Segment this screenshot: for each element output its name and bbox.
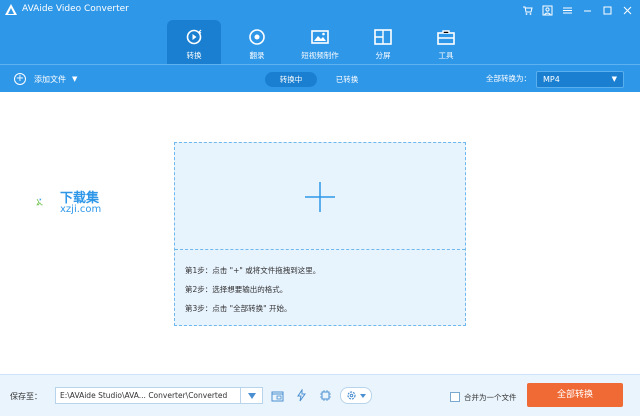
- plus-icon[interactable]: [305, 182, 335, 212]
- convert-all-to-label: 全部转换为：: [486, 74, 531, 83]
- chevron-down-icon: [247, 392, 256, 399]
- tab-convert-label: 转换: [186, 51, 202, 60]
- tab-converted[interactable]: 已转换: [326, 72, 368, 87]
- mv-icon: [311, 30, 329, 44]
- tab-toolbox[interactable]: 工具: [419, 20, 473, 64]
- tab-mv-label: 短视频制作: [301, 51, 339, 60]
- hardware-acceleration-button[interactable]: [292, 387, 310, 404]
- tab-toolbox-label: 工具: [438, 51, 454, 60]
- lightning-icon: [296, 389, 306, 402]
- output-format-value: MP4: [543, 75, 560, 84]
- main-tab-bar: 转换 翻录 短视频制作 分屏 工具: [0, 20, 640, 64]
- step-2-text: 第2步：选择想要输出的格式。: [185, 285, 288, 294]
- chip-icon: [319, 390, 331, 401]
- tab-collage-label: 分屏: [375, 51, 391, 60]
- tab-collage[interactable]: 分屏: [356, 20, 410, 64]
- output-path-dropdown[interactable]: [241, 387, 263, 404]
- add-file-button[interactable]: + 添加文件 ▼: [14, 72, 77, 86]
- open-folder-button[interactable]: [268, 387, 286, 404]
- file-drop-zone[interactable]: 第1步：点击 "+" 或将文件拖拽到这里。 第2步：选择想要输出的格式。 第3步…: [174, 142, 466, 326]
- app-logo-icon: [5, 4, 17, 15]
- step-3-text: 第3步：点击 "全部转换" 开始。: [185, 304, 292, 313]
- chevron-down-icon: ▼: [611, 75, 617, 83]
- toolbox-icon: [437, 30, 455, 45]
- gpu-acceleration-button[interactable]: [316, 387, 334, 404]
- minimize-icon[interactable]: [578, 1, 596, 19]
- add-file-label: 添加文件: [34, 74, 66, 84]
- add-icon: +: [14, 73, 26, 85]
- tab-ripper-label: 翻录: [249, 51, 265, 60]
- step-1-text: 第1步：点击 "+" 或将文件拖拽到这里。: [185, 266, 321, 275]
- app-title: AVAide Video Converter: [22, 4, 129, 14]
- maximize-icon[interactable]: [598, 1, 616, 19]
- merge-checkbox[interactable]: [450, 392, 460, 402]
- chevron-down-icon: [360, 393, 366, 398]
- footer-bar: 保存至： E:\AVAide Studio\AVA... Converter\C…: [0, 374, 640, 416]
- menu-icon[interactable]: [558, 1, 576, 19]
- output-format-select[interactable]: MP4 ▼: [536, 71, 624, 88]
- cart-icon[interactable]: [518, 1, 536, 19]
- window-controls: [518, 0, 636, 20]
- watermark-url: xzji.com: [60, 204, 102, 215]
- title-bar: AVAide Video Converter: [0, 0, 640, 20]
- collage-icon: [374, 29, 392, 45]
- save-to-label: 保存至：: [10, 392, 42, 401]
- close-icon[interactable]: [618, 1, 636, 19]
- sub-toolbar: + 添加文件 ▼ 转换中 已转换 全部转换为： MP4 ▼: [0, 64, 640, 92]
- tab-mv[interactable]: 短视频制作: [293, 20, 347, 64]
- convert-all-button[interactable]: 全部转换: [527, 383, 623, 407]
- gear-icon: [347, 391, 356, 400]
- user-icon[interactable]: [538, 1, 556, 19]
- tab-ripper[interactable]: 翻录: [230, 20, 284, 64]
- drop-zone-add-area[interactable]: [175, 143, 465, 250]
- settings-button[interactable]: [340, 387, 372, 404]
- watermark-logo-icon: [36, 198, 43, 206]
- chevron-down-icon[interactable]: ▼: [72, 75, 77, 83]
- output-path-field[interactable]: E:\AVAide Studio\AVA... Converter\Conver…: [55, 387, 241, 404]
- tab-convert[interactable]: 转换: [167, 20, 221, 64]
- disc-icon: [249, 29, 265, 45]
- merge-label: 合并为一个文件: [464, 393, 517, 402]
- convert-icon: [186, 29, 202, 45]
- folder-icon: [271, 391, 283, 401]
- tab-converting[interactable]: 转换中: [265, 72, 317, 87]
